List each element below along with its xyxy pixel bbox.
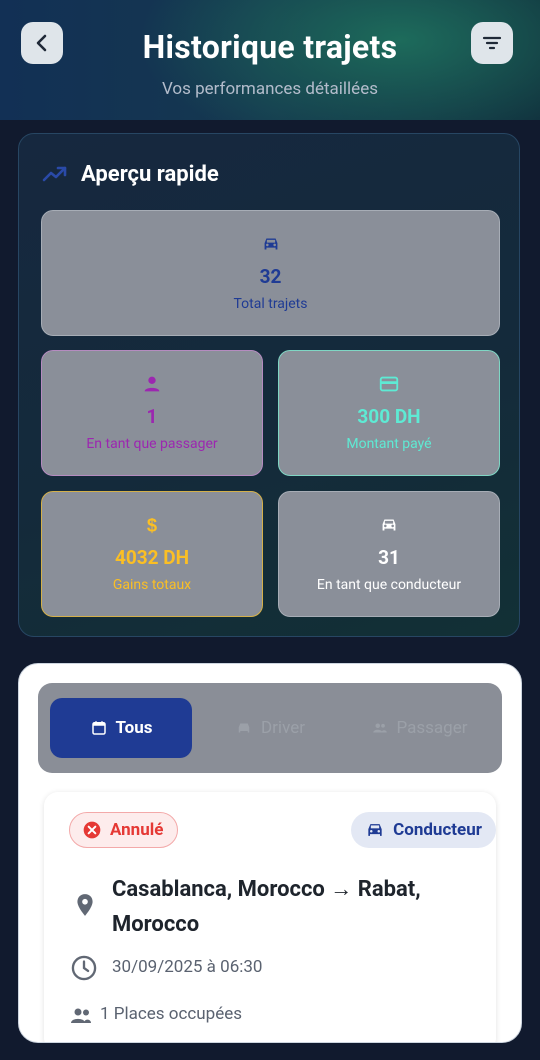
header: Historique trajets Vos performances déta… [0, 0, 540, 120]
stat-amount-paid: 300 DH Montant payé [278, 350, 500, 476]
tab-label: Passager [396, 718, 468, 738]
car-icon [368, 824, 382, 836]
clock-icon [71, 955, 97, 981]
page-title: Historique trajets [142, 28, 398, 66]
page-subtitle: Vos performances détaillées [161, 79, 378, 99]
stat-label: En tant que conducteur [316, 577, 462, 593]
car-icon [238, 723, 250, 733]
role-label: Conducteur [393, 820, 482, 840]
stat-value: 31 [378, 546, 400, 569]
location-pin-icon [77, 894, 93, 916]
stat-label: Montant payé [346, 436, 432, 452]
stat-value: 1 [146, 405, 158, 428]
trip-card[interactable]: Annulé Conducteur Casablanca, Morocco → … [44, 792, 496, 1043]
status-badge: Annulé [69, 812, 179, 848]
trips-panel: Tous Driver Passager Annulé Conducteur C… [18, 663, 522, 1043]
filter-icon [482, 36, 502, 50]
overview-title: Aperçu rapide [81, 161, 219, 187]
person-icon [144, 376, 160, 392]
stat-driver: 31 En tant que conducteur [278, 491, 500, 617]
filter-button[interactable] [471, 22, 513, 64]
svg-text:$: $ [147, 514, 157, 535]
credit-card-icon [379, 376, 399, 392]
stat-value: 32 [259, 265, 282, 288]
stat-passenger: 1 En tant que passager [41, 350, 263, 476]
trip-datetime: 30/09/2025 à 06:30 [112, 957, 263, 977]
trip-price-chip [74, 1042, 274, 1043]
trip-route: Casablanca, Morocco → Rabat, Morocco [112, 877, 421, 937]
trip-seats: 1 Places occupées [100, 1004, 242, 1024]
car-icon [264, 238, 277, 250]
people-icon [372, 723, 387, 733]
stat-total-trips: 32 Total trajets [41, 210, 500, 336]
tab-driver[interactable]: Driver [199, 698, 341, 758]
overview-card: Aperçu rapide 32 Total trajets 1 En tant… [18, 133, 520, 637]
tab-bar: Tous Driver Passager [38, 683, 502, 773]
stat-value: 4032 DH [114, 546, 190, 569]
status-label: Annulé [110, 820, 164, 840]
people-icon [71, 1008, 91, 1023]
stat-label: En tant que passager [86, 436, 218, 452]
role-badge: Conducteur [351, 812, 496, 848]
overview-header: Aperçu rapide [41, 160, 219, 188]
dollar-icon: $ [147, 514, 157, 535]
trending-up-icon [42, 166, 67, 182]
stat-label: Gains totaux [112, 577, 192, 593]
tab-all[interactable]: Tous [50, 698, 192, 758]
stat-value: 300 DH [357, 405, 421, 428]
tab-passenger[interactable]: Passager [348, 698, 490, 758]
car-icon [382, 519, 396, 531]
calendar-icon [91, 721, 106, 735]
tab-label: Tous [115, 718, 153, 738]
stat-label: Total trajets [233, 296, 308, 312]
tab-label: Driver [261, 718, 305, 738]
stat-total-earnings: $ 4032 DH Gains totaux [41, 491, 263, 617]
cancel-icon [83, 821, 101, 839]
